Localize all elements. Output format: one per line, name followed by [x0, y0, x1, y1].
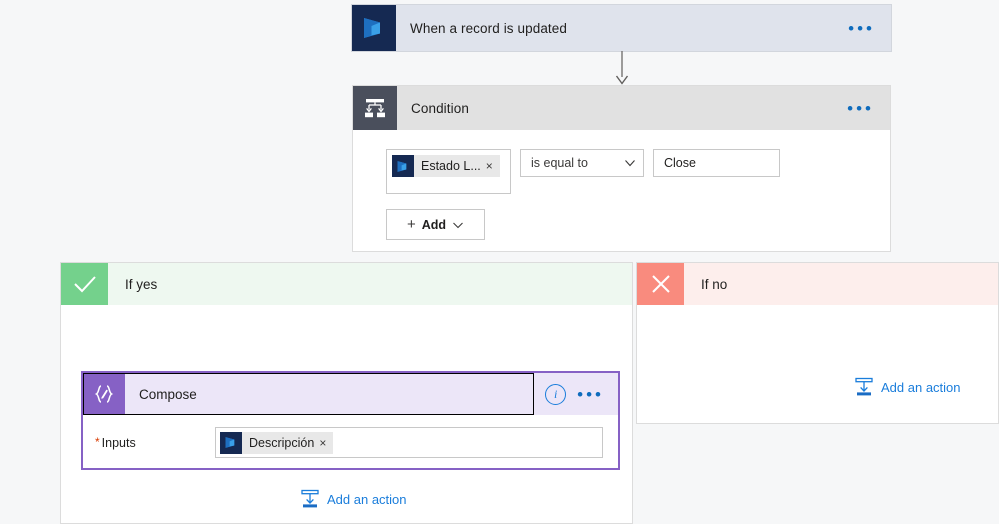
compose-menu-button[interactable]: • • • — [571, 386, 606, 403]
condition-row: Estado L... × is equal to Close — [386, 149, 890, 194]
dynamics365-icon — [392, 155, 414, 177]
branch-if-no-label: If no — [701, 276, 728, 292]
branch-if-no-header: If no — [637, 263, 998, 305]
compose-header-actions: i • • • — [534, 373, 618, 415]
condition-add-label: Add — [421, 217, 447, 232]
condition-value-text: Close — [664, 156, 696, 170]
info-icon[interactable]: i — [545, 383, 567, 405]
add-action-label: Add an action — [881, 379, 961, 395]
add-action-icon — [301, 489, 319, 508]
chevron-down-icon — [625, 160, 635, 167]
compose-title: Compose — [139, 386, 197, 402]
close-icon — [637, 263, 684, 305]
trigger-title: When a record is updated — [410, 20, 567, 36]
condition-card[interactable]: Condition • • • Estado L... × is equal t… — [352, 85, 891, 252]
condition-operator-select[interactable]: is equal to — [520, 149, 644, 177]
plus-icon: + — [406, 216, 416, 233]
compose-input-token-label: Descripción — [249, 435, 315, 450]
branch-if-yes-header: If yes — [61, 263, 632, 305]
compose-icon — [83, 373, 125, 415]
add-action-button-if-no[interactable]: Add an action — [855, 377, 961, 397]
compose-card[interactable]: Compose i • • • * Inputs Descripción × — [81, 371, 620, 470]
close-icon[interactable]: × — [319, 437, 333, 449]
checkmark-icon — [61, 263, 108, 305]
condition-left-token-label: Estado L... — [421, 159, 481, 173]
condition-value-input[interactable]: Close — [653, 149, 780, 177]
trigger-card[interactable]: When a record is updated • • • — [352, 5, 891, 51]
branch-if-yes-body: Compose i • • • * Inputs Descripción × A… — [61, 305, 632, 523]
connector-arrow — [614, 51, 630, 85]
compose-input-token[interactable]: Descripción × — [220, 431, 334, 454]
chevron-down-icon — [453, 222, 463, 228]
add-action-icon — [855, 377, 873, 396]
condition-card-header[interactable]: Condition • • • — [353, 86, 890, 130]
flow-designer-canvas: When a record is updated • • • Condition… — [0, 0, 999, 524]
required-marker: * — [95, 434, 100, 449]
condition-add-button[interactable]: + Add — [386, 209, 485, 240]
condition-icon — [353, 86, 397, 130]
condition-operator-value: is equal to — [531, 156, 588, 170]
compose-card-header[interactable]: Compose i • • • — [83, 373, 618, 415]
add-action-button-if-yes[interactable]: Add an action — [301, 489, 407, 509]
condition-left-token[interactable]: Estado L... × — [392, 155, 500, 177]
dynamics365-icon — [220, 431, 242, 454]
close-icon[interactable]: × — [486, 160, 500, 172]
condition-left-operand-field[interactable]: Estado L... × — [386, 149, 511, 194]
compose-header-focus-region[interactable]: Compose — [83, 373, 535, 415]
branch-if-yes-label: If yes — [125, 276, 158, 292]
branch-if-no-body: Add an action — [637, 305, 998, 423]
trigger-menu-button[interactable]: • • • — [842, 5, 891, 51]
condition-title: Condition — [411, 100, 469, 116]
add-action-label: Add an action — [327, 491, 407, 507]
condition-body: Estado L... × is equal to Close + Add — [353, 130, 890, 240]
compose-inputs-label-text: Inputs — [101, 435, 136, 450]
dynamics365-icon — [352, 5, 396, 51]
trigger-card-header[interactable]: When a record is updated • • • — [352, 5, 891, 51]
compose-inputs-field[interactable]: Descripción × — [215, 427, 603, 458]
compose-card-body: * Inputs Descripción × — [83, 415, 618, 458]
condition-menu-button[interactable]: • • • — [841, 86, 890, 130]
branch-if-yes: If yes Compose i • • • * Inputs Descripc… — [60, 262, 633, 524]
compose-inputs-label: * Inputs — [95, 434, 215, 450]
branch-if-no: If no Add an action — [636, 262, 999, 424]
